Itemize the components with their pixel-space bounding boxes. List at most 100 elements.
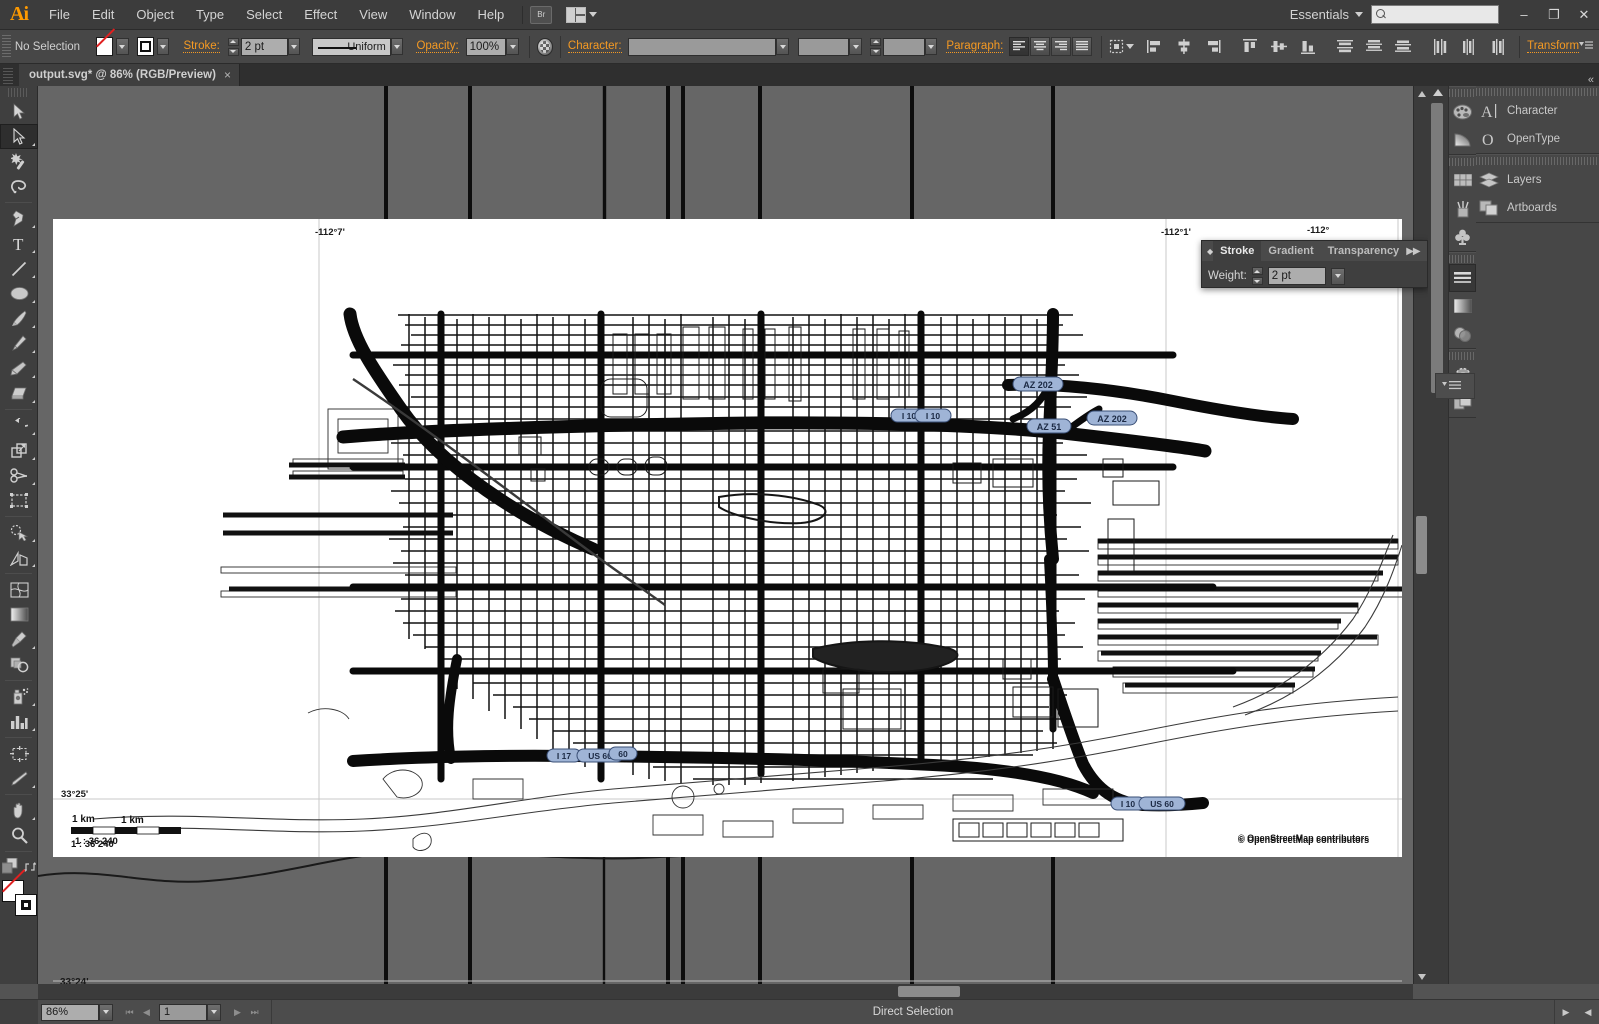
align-horizontal-centers-button[interactable] bbox=[1174, 37, 1194, 57]
stroke-swatch[interactable] bbox=[136, 37, 154, 56]
rotate-tool[interactable] bbox=[0, 413, 38, 438]
weight-input[interactable]: 2 pt bbox=[1267, 267, 1326, 285]
character-label[interactable]: Character: bbox=[567, 40, 622, 53]
align-left-edges-button[interactable] bbox=[1145, 37, 1165, 57]
distribute-bottom-button[interactable] bbox=[1393, 37, 1413, 57]
last-artboard-button[interactable]: ⏭ bbox=[246, 1004, 263, 1021]
control-bar-grip[interactable] bbox=[2, 34, 11, 59]
free-transform-tool[interactable] bbox=[0, 488, 38, 513]
direct-selection-tool[interactable] bbox=[0, 124, 38, 149]
document-tab-output-svg[interactable]: output.svg* @ 86% (RGB/Preview) × bbox=[19, 64, 240, 86]
opacity-input[interactable]: 100% bbox=[465, 37, 507, 56]
swatches-icon[interactable] bbox=[1449, 167, 1476, 195]
maximize-button[interactable]: ❐ bbox=[1539, 0, 1569, 30]
minimize-button[interactable]: – bbox=[1509, 0, 1539, 30]
weight-dropdown[interactable] bbox=[1330, 267, 1345, 285]
opacity-mask-icon[interactable] bbox=[536, 37, 553, 56]
bridge-icon[interactable]: Br bbox=[530, 5, 553, 24]
slice-tool[interactable] bbox=[0, 766, 38, 791]
canvas-area[interactable]: AZ 202 I 10 I 10 AZ 51 AZ 202 I 17 US 60… bbox=[38, 86, 1413, 984]
dock-group-grip[interactable] bbox=[1449, 255, 1476, 263]
line-segment-tool[interactable] bbox=[0, 256, 38, 281]
paintbrush-tool[interactable] bbox=[0, 306, 38, 331]
align-text-center-button[interactable] bbox=[1030, 37, 1051, 56]
menu-effect[interactable]: Effect bbox=[293, 0, 348, 30]
dock-group-grip[interactable] bbox=[1449, 352, 1476, 360]
font-family-dropdown[interactable] bbox=[776, 38, 789, 55]
dock-group-grip[interactable] bbox=[1449, 158, 1476, 166]
artboard[interactable]: AZ 202 I 10 I 10 AZ 51 AZ 202 I 17 US 60… bbox=[53, 219, 1402, 857]
panel-menu-icon[interactable] bbox=[1579, 40, 1594, 54]
lasso-tool[interactable] bbox=[0, 174, 38, 199]
selection-tool[interactable] bbox=[0, 99, 38, 124]
stroke-profile-dropdown[interactable] bbox=[390, 38, 404, 55]
dock-collapse-button[interactable] bbox=[1435, 373, 1475, 399]
prev-artboard-button[interactable]: ◀ bbox=[138, 1004, 155, 1021]
transform-label[interactable]: Transform bbox=[1527, 40, 1580, 53]
stroke-dropdown[interactable] bbox=[156, 38, 170, 55]
default-fill-stroke-icon[interactable] bbox=[2, 858, 18, 874]
arrange-documents-button[interactable] bbox=[566, 6, 598, 23]
menu-select[interactable]: Select bbox=[235, 0, 293, 30]
shape-builder-tool[interactable] bbox=[0, 520, 38, 545]
dock-panels-grip[interactable] bbox=[1476, 88, 1599, 96]
align-top-edges-button[interactable] bbox=[1240, 37, 1260, 57]
blob-brush-tool[interactable] bbox=[0, 356, 38, 381]
symbols-icon[interactable] bbox=[1449, 223, 1476, 251]
artboard-number-dropdown[interactable] bbox=[207, 1003, 221, 1021]
stroke-profile-select[interactable]: Uniform bbox=[312, 37, 391, 56]
stroke-icon[interactable] bbox=[1449, 264, 1476, 292]
dock-scroll-up-icon[interactable] bbox=[1428, 86, 1448, 96]
align-text-justify-button[interactable] bbox=[1072, 37, 1093, 56]
align-right-edges-button[interactable] bbox=[1203, 37, 1223, 57]
collapse-panels-icon[interactable]: « bbox=[1588, 74, 1599, 86]
stroke-panel[interactable]: ◆ Stroke Gradient Transparency ▶▶ Weight… bbox=[1201, 240, 1444, 288]
menu-object[interactable]: Object bbox=[125, 0, 185, 30]
eraser-tool[interactable] bbox=[0, 381, 38, 406]
ellipse-tool[interactable] bbox=[0, 281, 38, 306]
color-palette-icon[interactable] bbox=[1449, 98, 1476, 126]
search-input[interactable] bbox=[1371, 5, 1499, 24]
menu-window[interactable]: Window bbox=[398, 0, 466, 30]
dock-scroll-thumb[interactable] bbox=[1431, 103, 1443, 393]
font-style-dropdown[interactable] bbox=[849, 38, 863, 55]
vertical-scroll-thumb[interactable] bbox=[1416, 516, 1427, 574]
align-bottom-edges-button[interactable] bbox=[1298, 37, 1318, 57]
pencil-tool[interactable] bbox=[0, 331, 38, 356]
distribute-horizontal-centers-button[interactable] bbox=[1459, 37, 1479, 57]
artboard-tool[interactable] bbox=[0, 741, 38, 766]
tab-gradient[interactable]: Gradient bbox=[1261, 241, 1320, 261]
status-expand-icon[interactable]: ▶ bbox=[1555, 1000, 1577, 1024]
artboard-number-input[interactable]: 1 bbox=[159, 1003, 207, 1021]
menu-help[interactable]: Help bbox=[466, 0, 515, 30]
horizontal-scroll-thumb[interactable] bbox=[898, 986, 960, 997]
symbol-sprayer-tool[interactable] bbox=[0, 684, 38, 709]
color-guide-icon[interactable] bbox=[1449, 126, 1476, 154]
stroke-weight-input[interactable]: 2 pt bbox=[240, 37, 288, 56]
font-size-dropdown[interactable] bbox=[924, 38, 938, 55]
menu-edit[interactable]: Edit bbox=[81, 0, 125, 30]
workspace-switcher[interactable]: Essentials bbox=[1290, 7, 1371, 22]
brushes-icon[interactable] bbox=[1449, 195, 1476, 223]
font-style-select[interactable] bbox=[797, 37, 850, 56]
distribute-top-button[interactable] bbox=[1335, 37, 1355, 57]
gradient-icon[interactable] bbox=[1449, 292, 1476, 320]
dock-group-grip[interactable] bbox=[1449, 89, 1476, 97]
zoom-level-dropdown[interactable] bbox=[99, 1003, 113, 1021]
align-text-right-button[interactable] bbox=[1051, 37, 1072, 56]
menu-type[interactable]: Type bbox=[185, 0, 235, 30]
transparency-icon[interactable] bbox=[1449, 320, 1476, 348]
dock-panel-opentype[interactable]: O OpenType bbox=[1476, 125, 1599, 153]
menu-view[interactable]: View bbox=[348, 0, 398, 30]
fill-dropdown[interactable] bbox=[116, 38, 129, 55]
type-tool[interactable]: T bbox=[0, 231, 38, 256]
distribute-right-button[interactable] bbox=[1488, 37, 1508, 57]
align-vertical-centers-button[interactable] bbox=[1269, 37, 1289, 57]
panel-collapse-icon[interactable]: ◆ bbox=[1202, 247, 1213, 256]
magic-wand-tool[interactable] bbox=[0, 149, 38, 174]
font-family-select[interactable] bbox=[627, 37, 777, 56]
dock-panel-artboards[interactable]: Artboards bbox=[1476, 194, 1599, 222]
stroke-label[interactable]: Stroke: bbox=[183, 40, 220, 53]
zoom-level-input[interactable]: 86% bbox=[41, 1003, 99, 1021]
panel-overflow-icon[interactable]: ▶▶ bbox=[1406, 246, 1422, 257]
